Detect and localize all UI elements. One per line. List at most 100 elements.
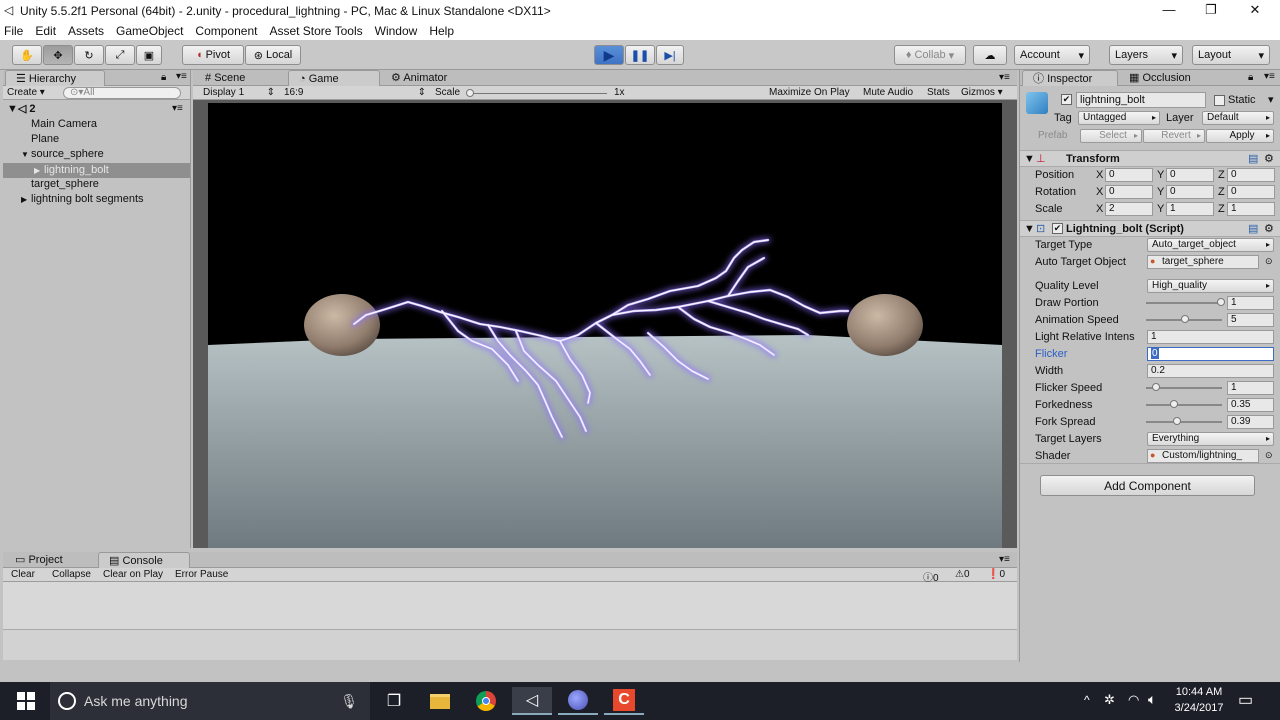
foldout-closed-icon[interactable]: ▶ [34,163,44,178]
hierarchy-item[interactable]: target_sphere [3,177,190,192]
lock-icon[interactable]: 🔒︎ [161,72,166,83]
cloud-button[interactable]: ☁ [973,45,1007,65]
console-log-area[interactable] [3,582,1017,630]
axis-y-label[interactable]: Y [1157,169,1164,181]
play-button[interactable]: ▶ [594,45,624,65]
target-type-dropdown[interactable]: Auto_target_object [1147,238,1274,252]
script-header[interactable]: ▼ ⊡ ✔ Lightning_bolt (Script) ▤ ⚙ [1020,220,1280,237]
gear-icon[interactable]: ⚙ [1264,222,1274,235]
menu-file[interactable]: File [0,24,29,38]
transform-rotation-z-input[interactable]: 0 [1227,185,1275,199]
microphone-icon[interactable]: 🎙︎ [340,693,358,710]
forkedness-slider-track[interactable] [1146,404,1222,406]
menu-window[interactable]: Window [369,24,424,38]
fork-spread-slider-knob[interactable] [1173,417,1181,425]
axis-z-label[interactable]: Z [1218,169,1225,181]
clear-on-play-toggle[interactable]: Clear on Play [103,569,163,580]
shader-object-field[interactable]: Custom/lightning_ [1147,449,1259,463]
light-relative-intens-input[interactable]: 1 [1147,330,1274,344]
collab-dropdown[interactable]: ♦ Collab ▾ [894,45,966,65]
foldout-closed-icon[interactable]: ▶ [21,192,31,207]
axis-z-label[interactable]: Z [1218,203,1225,215]
scene-root[interactable]: ▼◁ 2 [7,102,36,117]
transform-scale-z-input[interactable]: 1 [1227,202,1275,216]
gizmos-dropdown[interactable]: Gizmos ▾ [961,87,1003,98]
target-layers-dropdown[interactable]: Everything [1147,432,1274,446]
active-checkbox[interactable]: ✔ [1061,94,1072,105]
gear-icon[interactable]: ⚙ [1264,152,1274,165]
object-picker-icon[interactable]: ⊙ [1265,256,1273,267]
move-tool-button[interactable]: ✥ [43,45,73,65]
layers-dropdown[interactable]: Layers ▾ [1109,45,1183,65]
tab-hierarchy[interactable]: ☰ Hierarchy [5,70,105,86]
foldout-open-icon[interactable]: ▼ [21,147,31,162]
minimize-button[interactable]: — [1146,0,1192,22]
warning-count-toggle[interactable]: ⚠0 [955,569,970,580]
panel-menu-icon[interactable]: ▾≡ [999,554,1010,565]
lock-icon[interactable]: 🔒︎ [1248,72,1253,83]
transform-rotation-y-input[interactable]: 0 [1166,185,1214,199]
globe-app-button[interactable] [558,687,598,715]
wifi-icon[interactable]: ◠ [1128,692,1139,708]
tab-inspector[interactable]: ⓘ Inspector [1022,70,1118,86]
animation-speed-slider-knob[interactable] [1181,315,1189,323]
network-sync-icon[interactable]: ✲ [1104,692,1115,708]
hierarchy-item[interactable]: Main Camera [3,117,190,132]
recorder-app-button[interactable]: C [604,687,644,715]
hierarchy-item[interactable]: Plane [3,132,190,147]
axis-x-label[interactable]: X [1096,186,1103,198]
transform-header[interactable]: ▼ ⊥ Transform ▤ ⚙ [1020,150,1280,167]
axis-x-label[interactable]: X [1096,203,1103,215]
volume-icon[interactable]: 🔈︎ [1148,691,1156,708]
transform-position-z-input[interactable]: 0 [1227,168,1275,182]
file-explorer-button[interactable] [420,687,460,715]
tab-animator[interactable]: ⚙︎ Animator [381,70,481,86]
add-component-button[interactable]: Add Component [1040,475,1255,496]
object-picker-icon[interactable]: ⊙ [1265,450,1273,461]
tab-project[interactable]: ▭ Project [5,552,97,568]
panel-menu-icon[interactable]: ▾≡ [1264,71,1275,82]
tab-console[interactable]: ▤ Console [98,552,190,568]
display-dropdown[interactable]: Display 1 ⇕ [203,87,275,98]
hierarchy-item[interactable]: ▼ source_sphere [3,147,190,162]
restore-button[interactable]: ❐ [1188,0,1234,22]
chevron-down-icon[interactable]: ▾ [1268,93,1274,106]
tab-occlusion[interactable]: ▦ Occlusion [1119,70,1215,86]
scene-menu-icon[interactable]: ▾≡ [172,103,183,114]
local-toggle[interactable]: ⊛ Local [245,45,301,65]
maximize-on-play-toggle[interactable]: Maximize On Play [769,87,850,98]
transform-rotation-x-input[interactable]: 0 [1105,185,1153,199]
game-viewport[interactable] [208,103,1002,548]
clock-time[interactable]: 10:44 AM [1174,686,1224,698]
tag-dropdown[interactable]: Untagged [1078,111,1160,125]
animation-speed-input[interactable]: 5 [1227,313,1274,327]
create-dropdown[interactable]: Create ▾ [7,87,45,98]
collapse-toggle[interactable]: Collapse [52,569,91,580]
menu-asset-store-tools[interactable]: Asset Store Tools [263,24,368,38]
pivot-toggle[interactable]: ◖ Pivot [182,45,244,65]
flicker-speed-input[interactable]: 1 [1227,381,1274,395]
transform-position-x-input[interactable]: 0 [1105,168,1153,182]
account-dropdown[interactable]: Account ▾ [1014,45,1090,65]
hierarchy-item[interactable]: ▶ lightning bolt segments [3,192,190,207]
tray-chevron-up-icon[interactable]: ^ [1084,693,1090,707]
forkedness-input[interactable]: 0.35 [1227,398,1274,412]
auto-target-object-object-field[interactable]: target_sphere [1147,255,1259,269]
menu-help[interactable]: Help [423,24,460,38]
notification-icon[interactable]: ▭ [1238,690,1253,710]
forkedness-slider-knob[interactable] [1170,400,1178,408]
transform-scale-x-input[interactable]: 2 [1105,202,1153,216]
tab-scene[interactable]: # Scene [195,70,287,86]
layer-dropdown[interactable]: Default [1202,111,1274,125]
panel-menu-icon[interactable]: ▾≡ [999,72,1010,83]
hierarchy-item[interactable]: ▶ lightning_bolt [3,163,190,178]
aspect-dropdown[interactable]: 16:9 ⇕ [284,87,426,98]
fork-spread-slider-track[interactable] [1146,421,1222,423]
transform-position-y-input[interactable]: 0 [1166,168,1214,182]
axis-x-label[interactable]: X [1096,169,1103,181]
quality-level-dropdown[interactable]: High_quality [1147,279,1274,293]
cortana-search-box[interactable]: Ask me anything 🎙︎ [50,682,370,720]
prefab-apply-button[interactable]: Apply [1206,129,1274,143]
static-checkbox[interactable] [1214,95,1225,106]
step-button[interactable]: ▶| [656,45,684,65]
